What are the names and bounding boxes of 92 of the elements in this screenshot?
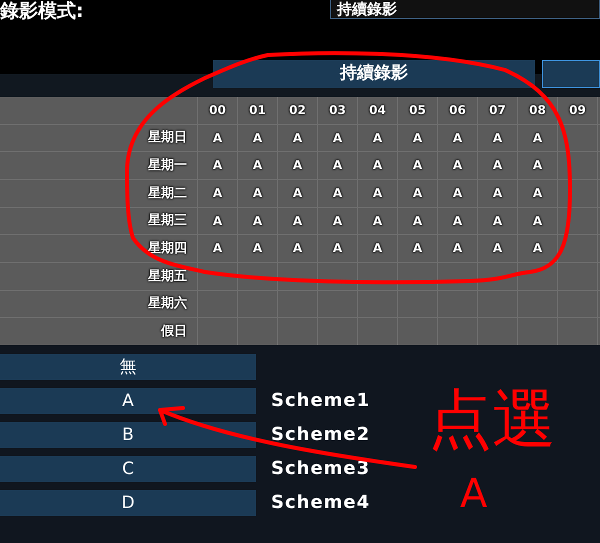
schedule-cell[interactable]: A bbox=[478, 235, 517, 262]
schedule-cell[interactable]: A bbox=[318, 208, 357, 234]
schedule-cell[interactable]: A bbox=[318, 180, 357, 207]
schedule-cell[interactable]: A bbox=[238, 180, 277, 207]
scheme-name: Scheme2 bbox=[271, 423, 370, 447]
schedule-cell[interactable] bbox=[558, 180, 597, 207]
schedule-cell[interactable] bbox=[198, 318, 237, 345]
hour-header: 09 bbox=[558, 97, 597, 124]
schedule-cell[interactable] bbox=[478, 318, 517, 345]
schedule-cell[interactable]: A bbox=[278, 124, 317, 152]
handwritten-note: A bbox=[460, 474, 488, 514]
schedule-cell[interactable]: A bbox=[198, 235, 237, 262]
schedule-cell[interactable]: A bbox=[358, 152, 397, 179]
schedule-cell[interactable]: A bbox=[358, 124, 397, 152]
schedule-cell[interactable]: A bbox=[358, 180, 397, 207]
schedule-cell[interactable]: A bbox=[518, 208, 557, 234]
schedule-cell[interactable]: A bbox=[198, 124, 237, 152]
scheme-button[interactable]: 無 bbox=[0, 354, 256, 380]
schedule-cell[interactable]: A bbox=[478, 124, 517, 152]
schedule-cell[interactable]: A bbox=[518, 180, 557, 207]
schedule-cell[interactable] bbox=[398, 318, 437, 345]
schedule-cell[interactable]: A bbox=[398, 152, 437, 179]
hour-header: 03 bbox=[318, 97, 357, 124]
day-label: 星期二 bbox=[0, 180, 197, 207]
schedule-cell[interactable] bbox=[558, 208, 597, 234]
day-label: 星期四 bbox=[0, 235, 197, 262]
schedule-cell[interactable]: A bbox=[358, 208, 397, 234]
schedule-cell[interactable]: A bbox=[438, 124, 477, 152]
hour-header: 06 bbox=[438, 97, 477, 124]
schedule-cell[interactable]: A bbox=[198, 152, 237, 179]
schedule-cell[interactable]: A bbox=[398, 180, 437, 207]
schedule-cell[interactable]: A bbox=[478, 208, 517, 234]
schedule-cell[interactable] bbox=[558, 318, 597, 345]
handwritten-note: 点選 bbox=[428, 388, 556, 452]
schedule-cell[interactable] bbox=[318, 318, 357, 345]
day-label: 星期一 bbox=[0, 152, 197, 179]
schedule-cell[interactable]: A bbox=[238, 152, 277, 179]
schedule-cell[interactable]: A bbox=[318, 235, 357, 262]
schedule-cell[interactable] bbox=[238, 318, 277, 345]
hour-header: 05 bbox=[398, 97, 437, 124]
hour-header: 04 bbox=[358, 97, 397, 124]
day-label: 星期日 bbox=[0, 124, 197, 152]
scheme-name: Scheme3 bbox=[271, 457, 370, 481]
schedule-cell[interactable]: A bbox=[398, 208, 437, 234]
scheme-name: Scheme1 bbox=[271, 389, 370, 413]
hour-header: 01 bbox=[238, 97, 277, 124]
scheme-button[interactable]: A bbox=[0, 388, 256, 414]
schedule-cell[interactable] bbox=[518, 318, 557, 345]
schedule-cell[interactable]: A bbox=[518, 124, 557, 152]
schedule-cell[interactable] bbox=[558, 152, 597, 179]
schedule-cell[interactable]: A bbox=[278, 180, 317, 207]
schedule-cell[interactable]: A bbox=[278, 208, 317, 234]
schedule-cell[interactable] bbox=[358, 318, 397, 345]
schedule-cell[interactable]: A bbox=[278, 152, 317, 179]
hour-header: 00 bbox=[198, 97, 237, 124]
schedule-cell[interactable]: A bbox=[438, 152, 477, 179]
schedule-cell[interactable] bbox=[438, 318, 477, 345]
schedule-cell[interactable]: A bbox=[398, 235, 437, 262]
schedule-cell[interactable]: A bbox=[238, 235, 277, 262]
schedule-cell[interactable]: A bbox=[238, 208, 277, 234]
schedule-cell[interactable]: A bbox=[358, 235, 397, 262]
mode-field[interactable]: 持續錄影 bbox=[330, 0, 600, 19]
hour-header: 07 bbox=[478, 97, 517, 124]
mode-tab[interactable] bbox=[542, 60, 600, 88]
hour-header: 08 bbox=[518, 97, 557, 124]
day-label: 星期五 bbox=[0, 262, 197, 290]
schedule-cell[interactable]: A bbox=[318, 152, 357, 179]
schedule-cell[interactable]: A bbox=[518, 235, 557, 262]
scheme-button[interactable]: C bbox=[0, 456, 256, 482]
schedule-cell[interactable]: A bbox=[318, 124, 357, 152]
schedule-cell[interactable]: A bbox=[438, 180, 477, 207]
schedule-cell[interactable]: A bbox=[478, 152, 517, 179]
schedule-cell[interactable]: A bbox=[478, 180, 517, 207]
schedule-cell[interactable]: A bbox=[238, 124, 277, 152]
schedule-cell[interactable]: A bbox=[398, 124, 437, 152]
scheme-name: Scheme4 bbox=[271, 491, 370, 515]
mode-tab[interactable]: 持續錄影 bbox=[213, 60, 535, 88]
schedule-cell[interactable]: A bbox=[438, 208, 477, 234]
day-label: 星期六 bbox=[0, 290, 197, 318]
schedule-cell[interactable] bbox=[558, 262, 597, 290]
schedule-cell[interactable]: A bbox=[198, 208, 237, 234]
schedule-cell[interactable]: A bbox=[518, 152, 557, 179]
day-label: 假日 bbox=[0, 318, 197, 345]
schedule-cell[interactable]: A bbox=[438, 235, 477, 262]
schedule-cell[interactable]: A bbox=[278, 235, 317, 262]
schedule-cell[interactable]: A bbox=[198, 180, 237, 207]
schedule-cell[interactable] bbox=[558, 235, 597, 262]
day-label: 星期三 bbox=[0, 208, 197, 234]
scheme-button[interactable]: D bbox=[0, 490, 256, 516]
hour-header: 02 bbox=[278, 97, 317, 124]
schedule-cell[interactable] bbox=[278, 318, 317, 345]
scheme-button[interactable]: B bbox=[0, 422, 256, 448]
